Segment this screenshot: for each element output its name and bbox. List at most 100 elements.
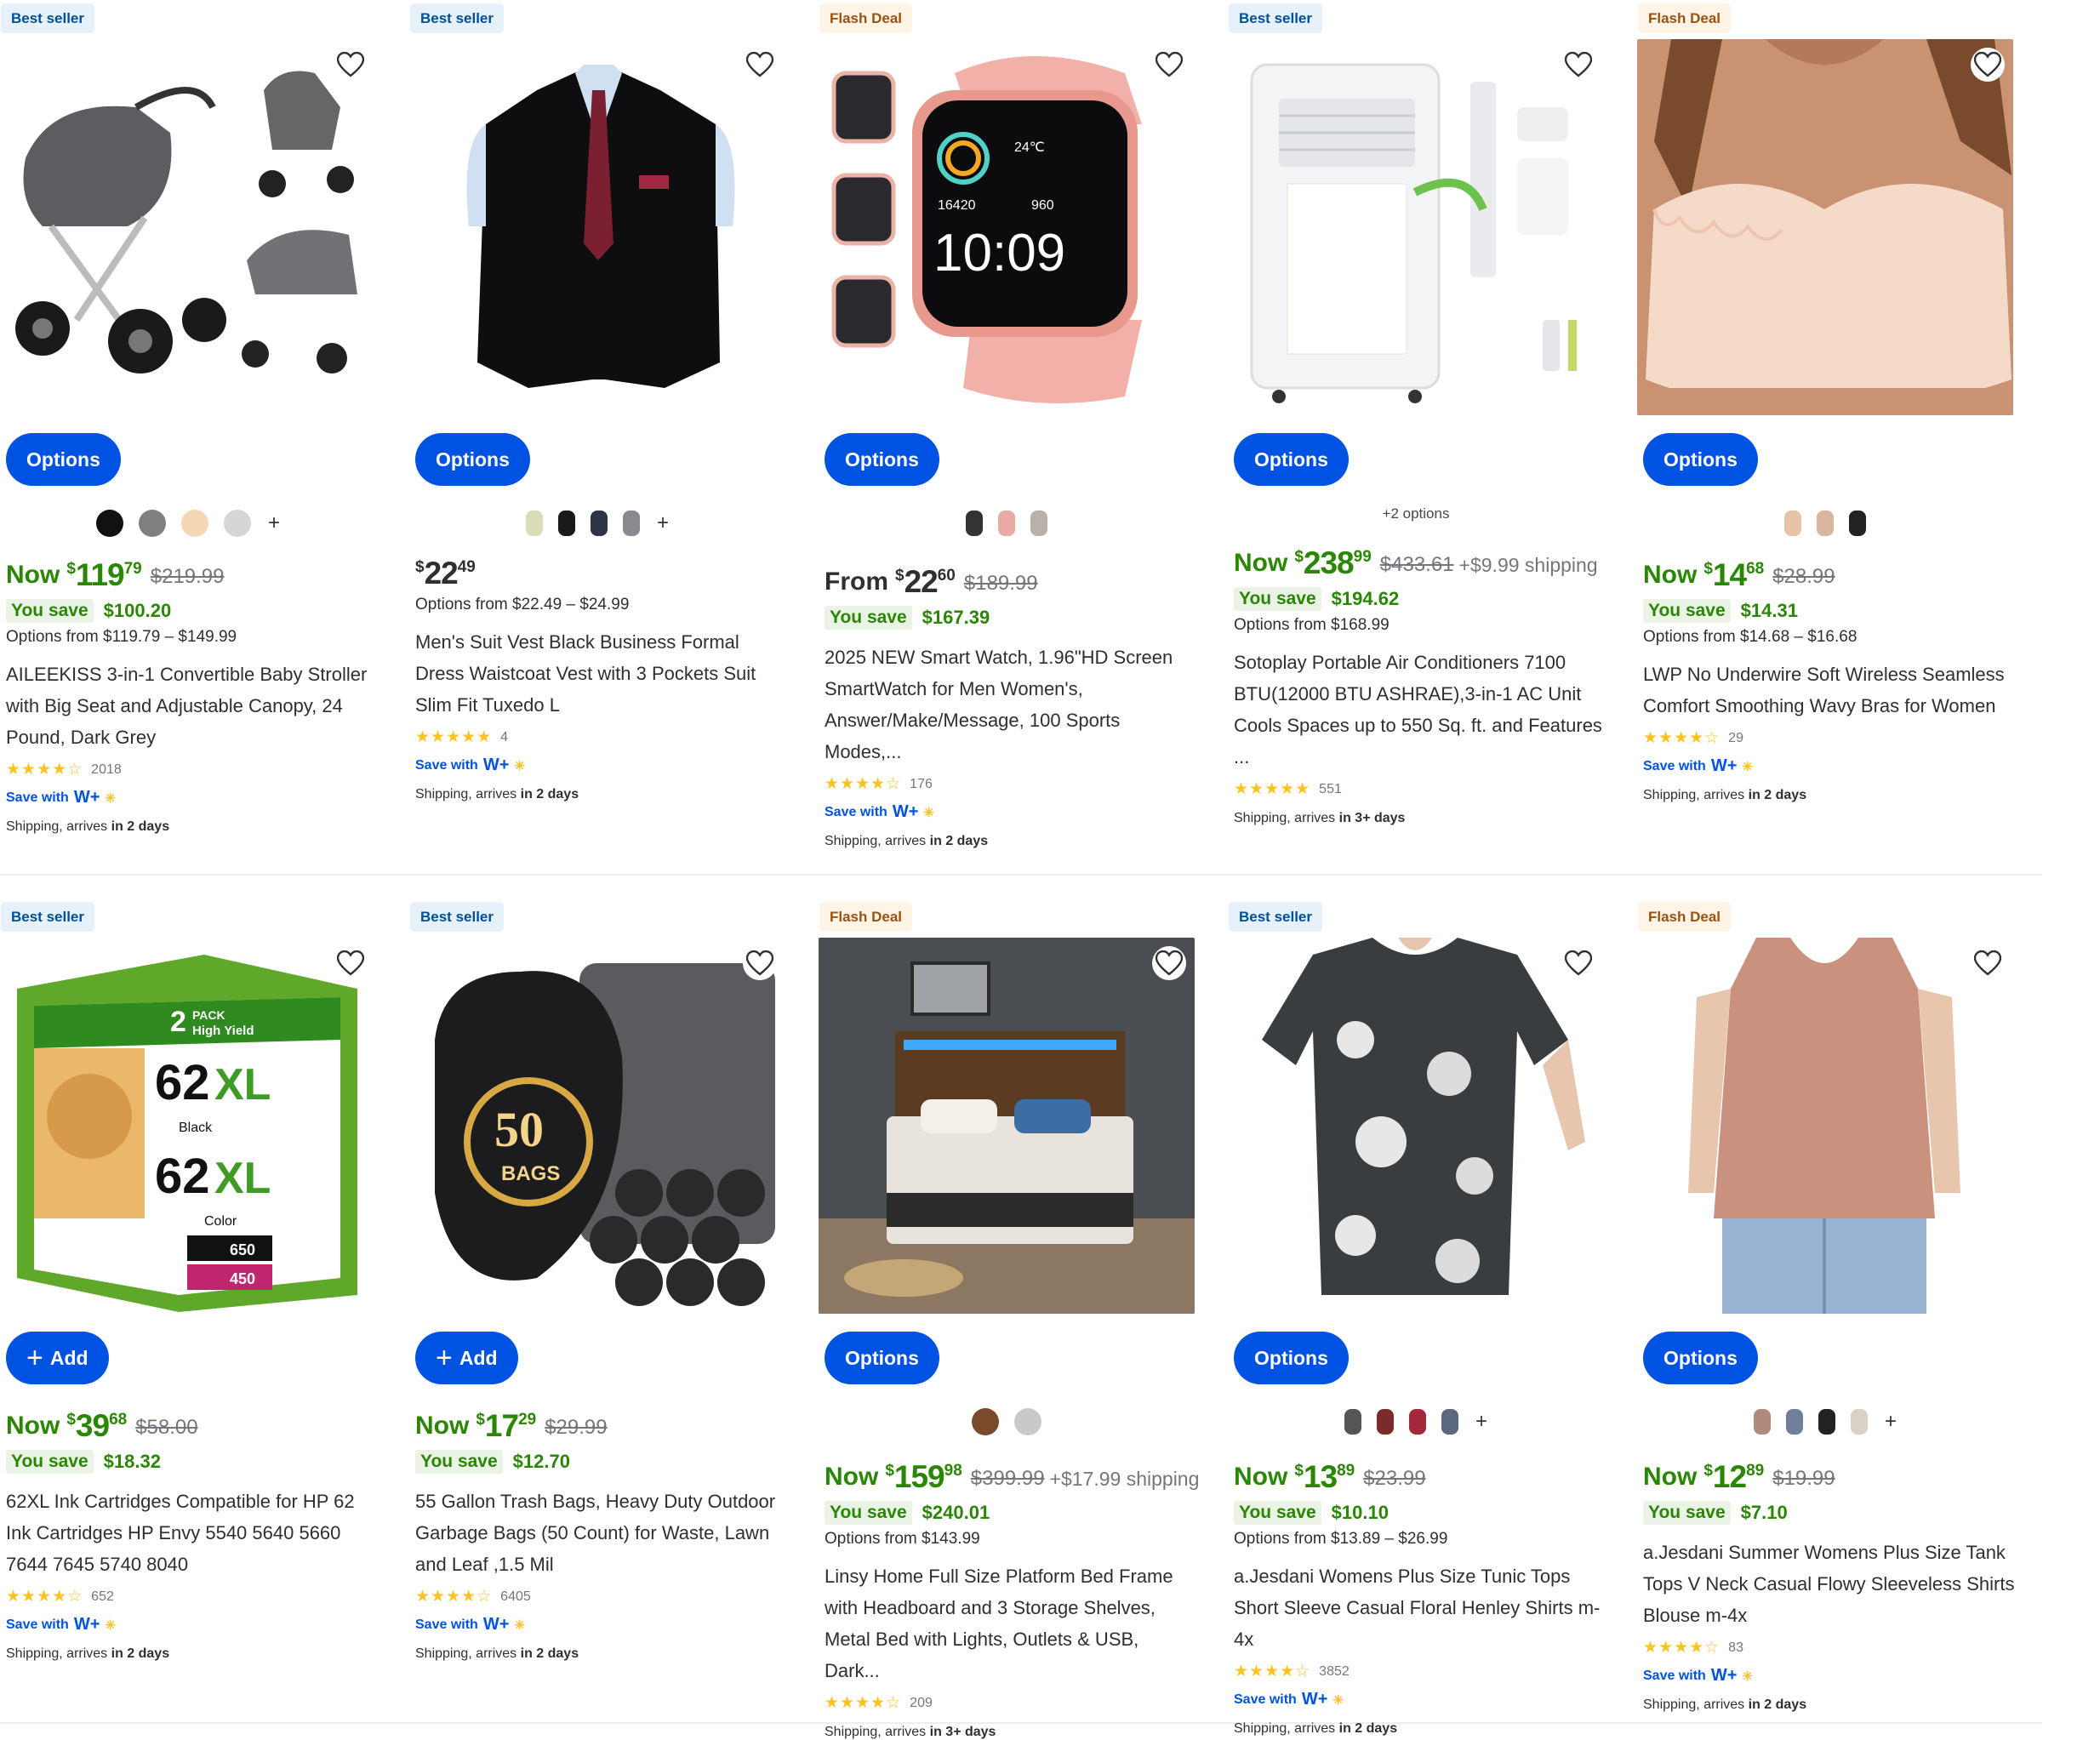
price-prefix: Now [1234,549,1288,577]
favorite-heart-button[interactable] [1561,946,1595,980]
product-title-link[interactable]: 55 Gallon Trash Bags, Heavy Duty Outdoor… [415,1486,790,1580]
product-image[interactable] [1637,39,2013,415]
more-variants-icon[interactable]: + [1885,1410,1897,1434]
color-swatch[interactable] [95,510,123,537]
variant-thumbnail[interactable] [525,511,543,536]
product-image[interactable] [1637,938,2013,1314]
product-image[interactable] [819,938,1195,1314]
save-with-walmart-plus[interactable]: Save with W+ ✳ [6,1615,380,1634]
more-variants-icon[interactable]: + [268,511,280,535]
you-save-label: You save [825,1501,912,1525]
variant-thumbnail[interactable] [1408,1409,1426,1435]
favorite-heart-button[interactable] [334,48,368,82]
favorite-heart-button[interactable] [743,48,777,82]
star-rating-icon: ★★★★☆ [825,1694,902,1712]
product-info: From $22 60 $189.99 You save $167.39 2025 NEW … [825,565,1199,849]
product-card[interactable]: Best seller 50 BAGS + Add Now $17 29 $29.99 Yo… [409,899,792,1732]
product-title-link[interactable]: a.Jesdani Summer Womens Plus Size Tank T… [1643,1537,2017,1631]
product-card[interactable]: Best seller 2 PACK High Yield 62 XL Blac… [0,899,383,1732]
product-title-link[interactable]: Sotoplay Portable Air Conditioners 7100 … [1234,647,1608,773]
variant-thumbnail[interactable] [1817,511,1834,536]
favorite-heart-button[interactable] [743,946,777,980]
price-was-price: $58.00 [135,1416,198,1439]
color-swatch[interactable] [223,510,251,537]
more-variants-icon[interactable]: + [657,511,669,535]
favorite-heart-button[interactable] [1152,48,1186,82]
product-card[interactable]: Flash Deal 24℃ 16420 960 10:09 Options Fr… [819,0,1201,848]
favorite-heart-button[interactable] [1152,946,1186,980]
color-swatch[interactable] [972,1408,999,1435]
product-card[interactable]: Flash Deal Options Now $14 68 $28.99 You save… [1637,0,2020,834]
add-to-cart-button[interactable]: + Add [6,1332,109,1384]
options-button[interactable]: Options [1643,1332,1758,1384]
options-button[interactable]: Options [1234,433,1349,486]
favorite-heart-button[interactable] [1561,48,1595,82]
product-title-link[interactable]: Men's Suit Vest Black Business Formal Dr… [415,626,790,721]
variant-thumbnail[interactable] [1785,1409,1803,1435]
variant-thumbnail[interactable] [1376,1409,1394,1435]
add-to-cart-button[interactable]: + Add [415,1332,518,1384]
product-image[interactable]: 50 BAGS [409,938,785,1314]
save-with-walmart-plus[interactable]: Save with W+ ✳ [415,756,790,775]
product-title-link[interactable]: 62XL Ink Cartridges Compatible for HP 62… [6,1486,380,1580]
save-with-walmart-plus[interactable]: Save with W+ ✳ [1234,1690,1608,1709]
variant-thumbnail[interactable] [622,511,640,536]
save-with-walmart-plus[interactable]: Save with W+ ✳ [6,788,380,807]
product-card[interactable]: Flash Deal Options + Now $12 89 $19.99 You sav… [1637,899,2020,1732]
price-cents: 89 [1337,1462,1355,1480]
product-title-link[interactable]: LWP No Underwire Soft Wireless Seamless … [1643,659,2017,722]
save-with-walmart-plus[interactable]: Save with W+ ✳ [825,802,1199,822]
product-title-link[interactable]: 2025 NEW Smart Watch, 1.96"HD Screen Sma… [825,642,1199,767]
you-save-label: You save [1643,599,1731,623]
product-image[interactable] [409,39,785,415]
product-card[interactable]: Best seller Options + Now $13 89 $23.99 You sa… [1228,899,1611,1736]
product-image[interactable] [1228,938,1604,1314]
variant-thumbnail[interactable] [1784,511,1801,536]
product-image[interactable]: 24℃ 16420 960 10:09 [819,39,1195,415]
price-dollars: 17 [484,1408,519,1443]
price-was-price: $433.61 [1379,553,1454,576]
product-card[interactable]: Flash Deal Options Now $159 98 $399.99 +$17.9… [819,899,1201,1739]
variant-thumbnail[interactable] [966,511,983,536]
product-card[interactable]: Best seller Options +2 options Now $238 99 $4… [1228,0,1611,834]
variant-thumbnail[interactable] [1849,511,1866,536]
variant-thumbnail[interactable] [1344,1409,1361,1435]
options-button[interactable]: Options [825,1332,939,1384]
product-card[interactable]: Best seller Options + Now $119 79 $219.99 You … [0,0,383,834]
options-button[interactable]: Options [1643,433,1758,486]
color-swatch[interactable] [1014,1408,1041,1435]
variant-thumbnail[interactable] [998,511,1015,536]
product-card[interactable]: Best seller Options + $22 49 Options from $2… [409,0,792,834]
product-title-link[interactable]: a.Jesdani Womens Plus Size Tunic Tops Sh… [1234,1560,1608,1655]
you-save-label: You save [1234,587,1321,611]
save-with-walmart-plus[interactable]: Save with W+ ✳ [415,1615,790,1634]
variant-thumbnail[interactable] [590,511,608,536]
variant-thumbnail[interactable] [1030,511,1047,536]
options-button[interactable]: Options [415,433,530,486]
options-button[interactable]: Options [6,433,121,486]
variant-thumbnail[interactable] [1441,1409,1458,1435]
more-variants-icon[interactable]: + [1475,1410,1487,1434]
save-with-walmart-plus[interactable]: Save with W+ ✳ [1643,1666,2017,1686]
options-button[interactable]: Options [1234,1332,1349,1384]
product-image[interactable] [0,39,376,415]
color-swatch[interactable] [180,510,208,537]
options-button[interactable]: Options [825,433,939,486]
color-swatch[interactable] [138,510,166,537]
variant-thumbnail[interactable] [1753,1409,1771,1435]
delivery-time: in 2 days [111,819,170,834]
product-image[interactable]: 2 PACK High Yield 62 XL Black 62 XL Colo… [0,938,376,1314]
product-title-link[interactable]: AILEEKISS 3-in-1 Convertible Baby Stroll… [6,659,380,753]
variant-thumbnail[interactable] [1818,1409,1835,1435]
options-range: Options from $14.68 – $16.68 [1643,628,1857,646]
favorite-heart-button[interactable] [1971,48,2005,82]
favorite-heart-button[interactable] [1971,946,2005,980]
price-was-price: $189.99 [963,572,1038,595]
variant-thumbnail[interactable] [557,511,575,536]
product-image[interactable] [1228,39,1604,415]
favorite-heart-button[interactable] [334,946,368,980]
product-title-link[interactable]: Linsy Home Full Size Platform Bed Frame … [825,1560,1199,1686]
save-with-walmart-plus[interactable]: Save with W+ ✳ [1643,756,2017,776]
variant-thumbnail[interactable] [1850,1409,1868,1435]
button-label: Options [436,448,510,471]
